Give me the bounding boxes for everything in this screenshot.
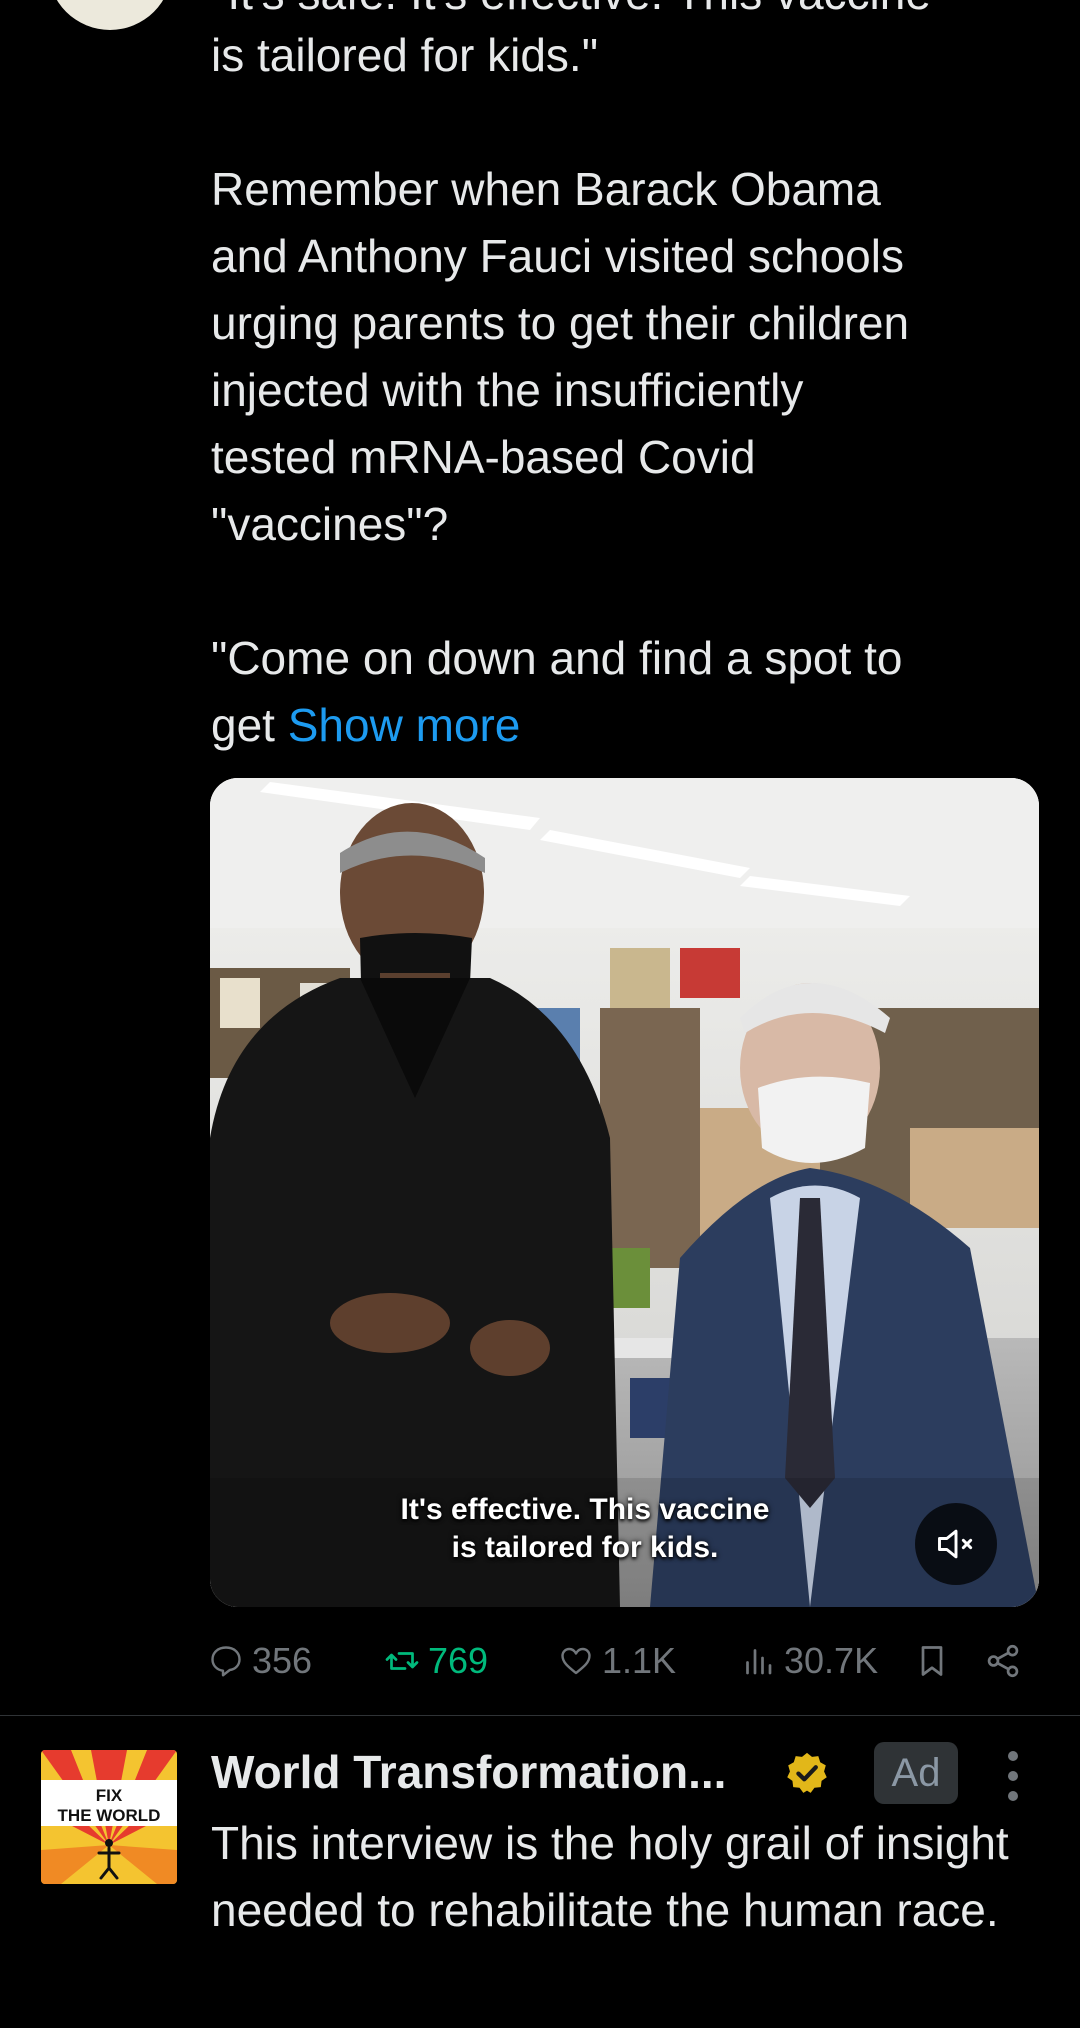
like-count: 1.1K bbox=[602, 1640, 677, 1681]
repost-icon bbox=[385, 1652, 419, 1670]
like-button[interactable]: 1.1K bbox=[558, 1633, 676, 1689]
video-caption-line-2: is tailored for kids. bbox=[451, 1531, 719, 1564]
tweet-text-paragraph-2: Remember when Barack Obama and Anthony F… bbox=[211, 163, 910, 550]
more-options-icon[interactable] bbox=[998, 1748, 1028, 1804]
heart-icon bbox=[561, 1647, 591, 1675]
video-caption: It's effective. This vaccine is tailored… bbox=[210, 1491, 960, 1567]
show-more-link[interactable]: Show more bbox=[288, 699, 521, 751]
mute-button[interactable] bbox=[915, 1503, 997, 1585]
views-count: 30.7K bbox=[784, 1640, 879, 1681]
ad-avatar-text-1: FIX bbox=[96, 1786, 123, 1805]
speaker-muted-icon bbox=[938, 1529, 973, 1559]
reply-icon bbox=[211, 1646, 241, 1677]
bookmark-button[interactable] bbox=[914, 1633, 950, 1689]
repost-count: 769 bbox=[428, 1640, 489, 1681]
tweet-action-bar: 356 769 1.1K 30.7K bbox=[0, 1633, 1080, 1689]
views-button[interactable]: 30.7K bbox=[740, 1633, 878, 1689]
tweet-text-line-1: is tailored for kids." bbox=[211, 29, 599, 81]
views-chart-icon bbox=[746, 1649, 772, 1675]
author-avatar[interactable] bbox=[48, 0, 172, 30]
video-frame bbox=[210, 778, 1039, 1607]
ad-avatar[interactable]: FIX THE WORLD bbox=[41, 1750, 177, 1884]
reply-button[interactable]: 356 bbox=[208, 1633, 312, 1689]
share-icon bbox=[987, 1644, 1019, 1678]
reply-count: 356 bbox=[252, 1640, 313, 1681]
verified-badge-icon bbox=[787, 1752, 827, 1793]
tweet-video[interactable]: It's effective. This vaccine is tailored… bbox=[210, 778, 1039, 1607]
video-caption-line-1: It's effective. This vaccine bbox=[400, 1493, 770, 1526]
bookmark-icon bbox=[921, 1646, 943, 1676]
repost-button[interactable]: 769 bbox=[384, 1633, 488, 1689]
share-button[interactable] bbox=[984, 1633, 1022, 1689]
ad-tweet-text: This interview is the holy grail of insi… bbox=[211, 1817, 1009, 1936]
fix-the-world-logo: FIX THE WORLD bbox=[41, 1750, 177, 1884]
ad-badge: Ad bbox=[874, 1742, 958, 1804]
ad-account-name[interactable]: World Transformation... bbox=[211, 1742, 726, 1802]
tweet-divider bbox=[0, 1715, 1080, 1716]
ad-avatar-text-2: THE WORLD bbox=[58, 1806, 161, 1825]
tweet-text-paragraph-3: "Come on down and find a spot to get Sho… bbox=[211, 625, 1031, 759]
